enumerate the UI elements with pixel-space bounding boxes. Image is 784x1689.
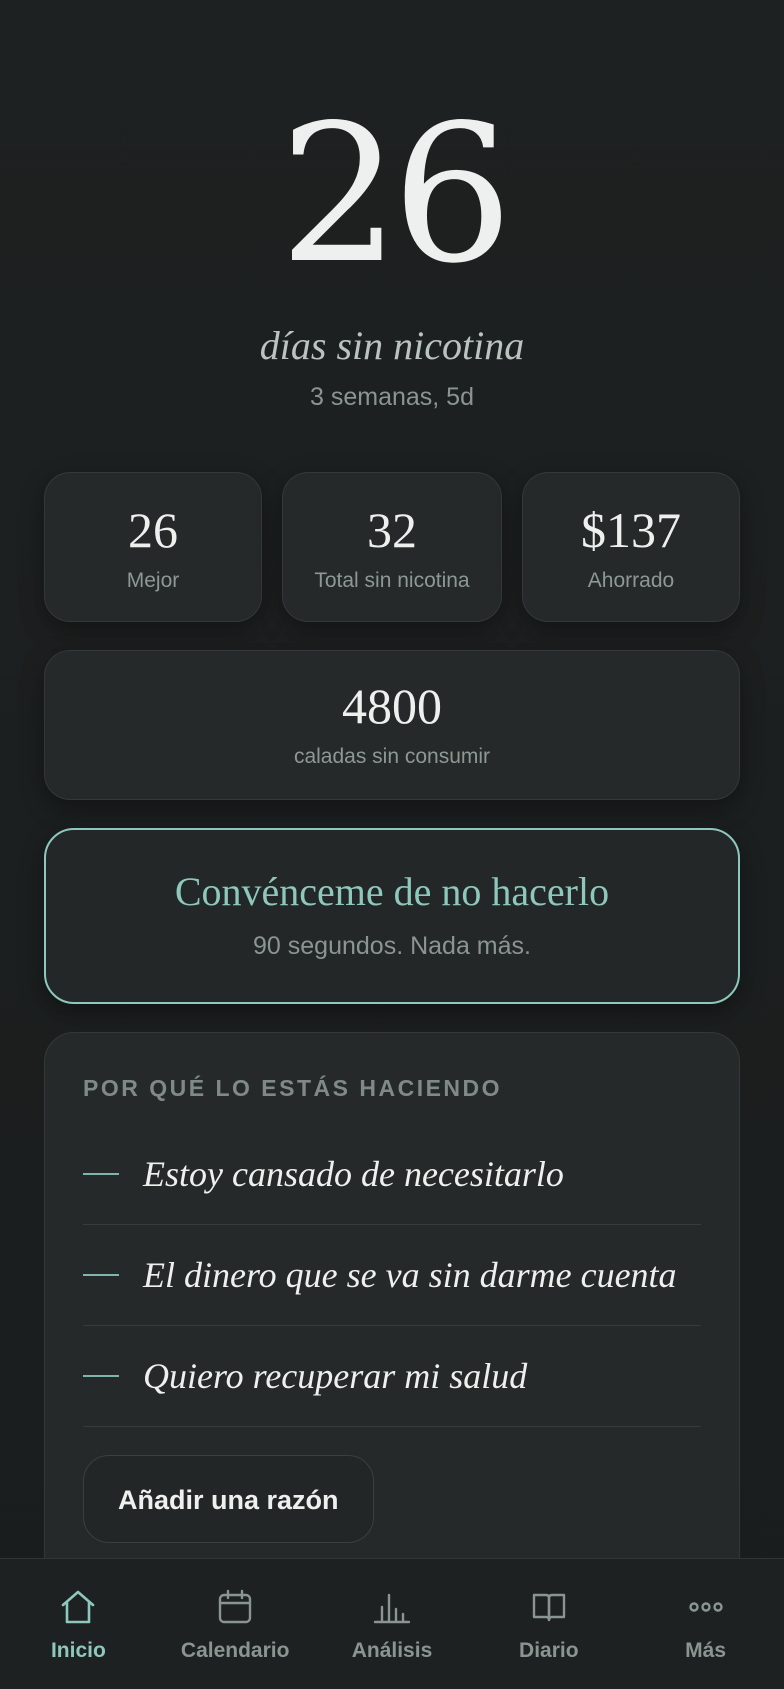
reason-list: Estoy cansado de necesitarlo El dinero q… xyxy=(83,1124,701,1427)
stat-value: 32 xyxy=(367,502,417,558)
reason-item[interactable]: Estoy cansado de necesitarlo xyxy=(83,1124,701,1225)
stat-card-saved: $137 Ahorrado xyxy=(522,472,740,622)
stat-label: Total sin nicotina xyxy=(314,569,470,592)
stat-card-total: 32 Total sin nicotina xyxy=(282,472,502,622)
stat-label: Mejor xyxy=(126,569,180,592)
bottom-nav: Inicio Calendario Análisis Diario Más xyxy=(0,1558,784,1689)
stat-label: Ahorrado xyxy=(587,569,675,592)
puffs-label: caladas sin consumir xyxy=(293,745,491,768)
bar-chart-icon xyxy=(373,1593,411,1624)
nav-label: Análisis xyxy=(351,1639,433,1662)
reason-text: Estoy cansado de necesitarlo xyxy=(143,1154,564,1194)
more-dots-icon xyxy=(688,1602,723,1612)
stat-value: $137 xyxy=(581,502,681,558)
home-icon xyxy=(62,1590,95,1624)
reason-item[interactable]: El dinero que se va sin darme cuenta xyxy=(83,1225,701,1326)
add-reason-button[interactable]: Añadir una razón xyxy=(83,1455,374,1543)
nav-item-mas[interactable]: Más xyxy=(627,1559,784,1689)
stat-card-best: 26 Mejor xyxy=(44,472,262,622)
stat-value: 26 xyxy=(128,502,178,558)
nav-item-inicio[interactable]: Inicio xyxy=(0,1559,157,1689)
nav-label: Inicio xyxy=(50,1639,106,1662)
puffs-avoided-card: 4800 caladas sin consumir xyxy=(44,650,740,800)
streak-hero: 26 días sin nicotina 3 semanas, 5d xyxy=(0,100,784,412)
reasons-heading: POR QUÉ LO ESTÁS HACIENDO xyxy=(83,1075,503,1101)
nav-label: Más xyxy=(685,1639,727,1662)
dash-icon xyxy=(83,1173,119,1175)
reason-text: El dinero que se va sin darme cuenta xyxy=(143,1255,677,1295)
puffs-value: 4800 xyxy=(342,678,442,734)
nav-item-calendario[interactable]: Calendario xyxy=(157,1559,314,1689)
nav-label: Diario xyxy=(519,1639,579,1662)
convince-title: Convénceme de no hacerlo xyxy=(174,869,610,914)
home-screen: 26 días sin nicotina 3 semanas, 5d 26 Me… xyxy=(0,0,784,1689)
dash-icon xyxy=(83,1274,119,1276)
convince-me-button[interactable]: Convénceme de no hacerlo 90 segundos. Na… xyxy=(44,828,740,1004)
reason-text: Quiero recuperar mi salud xyxy=(143,1356,528,1396)
reason-item[interactable]: Quiero recuperar mi salud xyxy=(83,1326,701,1427)
book-icon xyxy=(532,1593,565,1622)
dash-icon xyxy=(83,1375,119,1377)
nav-label: Calendario xyxy=(180,1639,290,1662)
nav-item-diario[interactable]: Diario xyxy=(470,1559,627,1689)
streak-duration: 3 semanas, 5d xyxy=(310,383,474,411)
streak-days-count: 26 xyxy=(279,84,513,305)
calendar-icon xyxy=(218,1589,252,1624)
nav-item-analisis[interactable]: Análisis xyxy=(314,1559,471,1689)
convince-subtitle: 90 segundos. Nada más. xyxy=(253,932,531,960)
streak-days-label: días sin nicotina xyxy=(259,323,525,368)
